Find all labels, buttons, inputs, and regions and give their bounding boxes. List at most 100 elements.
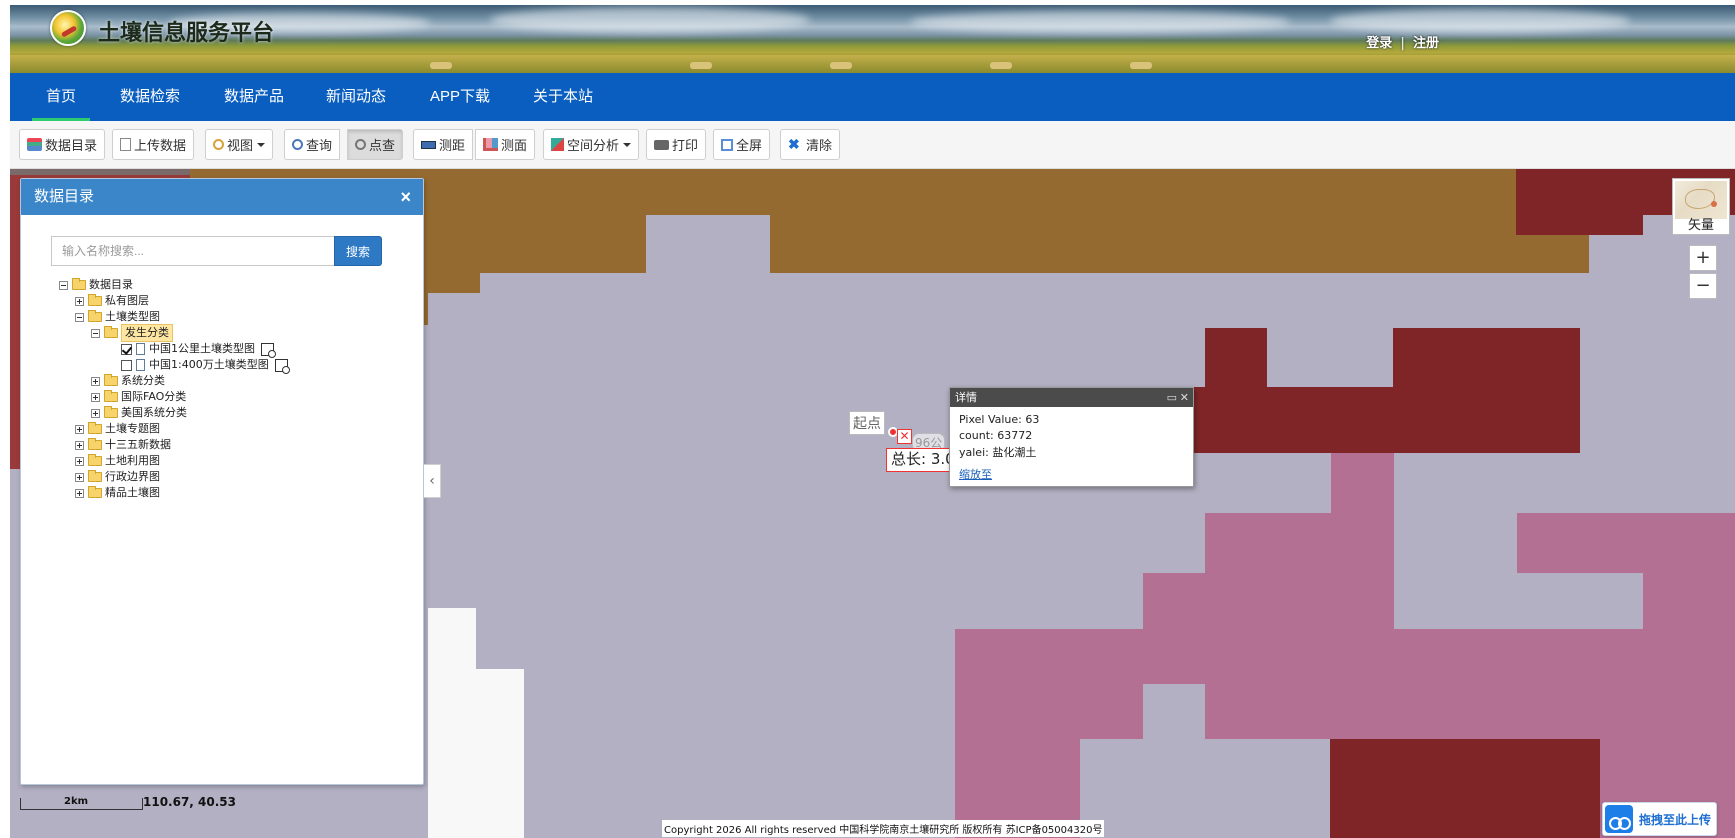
catalog-panel-header: 数据目录 ×: [21, 179, 423, 215]
site-title[interactable]: 土壤信息服务平台: [98, 15, 274, 47]
nav-home[interactable]: 首页: [31, 73, 91, 121]
document-icon: [136, 359, 145, 371]
printer-icon: [654, 139, 669, 150]
folder-icon: [88, 294, 102, 306]
catalog-search-input[interactable]: [51, 236, 334, 266]
catalog-search-button[interactable]: 搜索: [334, 236, 382, 266]
popup-zoom-link[interactable]: 缩放至: [959, 466, 992, 482]
tree-node-soil-thematic[interactable]: 土壤专题图: [75, 421, 160, 437]
clear-button[interactable]: ✖ 清除: [780, 129, 841, 160]
folder-icon: [72, 278, 86, 290]
tree-node-system-classification[interactable]: 系统分类: [91, 373, 165, 389]
chevron-down-icon: [257, 142, 266, 147]
tree-node-usda-classification[interactable]: 美国系统分类: [91, 405, 187, 421]
measure-area-label: 测面: [501, 138, 528, 153]
folder-icon: [88, 310, 102, 322]
folder-icon: [104, 390, 118, 402]
ruler-icon: [421, 140, 436, 149]
layer-info-icon[interactable]: [261, 342, 276, 358]
collapse-icon[interactable]: [75, 312, 84, 322]
expand-icon[interactable]: [75, 440, 84, 450]
layer-checkbox[interactable]: [121, 343, 132, 355]
close-icon[interactable]: ✕: [1180, 388, 1189, 407]
site-logo-icon[interactable]: [50, 10, 86, 46]
spatial-analysis-label: 空间分析: [567, 138, 620, 153]
measure-distance-button[interactable]: 测距: [413, 129, 474, 160]
upload-file-icon: [120, 138, 131, 151]
popup-pixel-value: Pixel Value: 63: [959, 413, 1040, 426]
expand-icon[interactable]: [75, 424, 84, 434]
catalog-button[interactable]: 数据目录: [19, 129, 106, 160]
fullscreen-button[interactable]: 全屏: [713, 129, 771, 160]
upload-data-label: 上传数据: [134, 138, 187, 153]
popup-yalei: yalei: 盐化潮土: [959, 446, 1037, 459]
tree-node-fao-classification[interactable]: 国际FAO分类: [91, 389, 186, 405]
area-icon: [483, 138, 498, 151]
main-nav: 首页 数据检索 数据产品 新闻动态 APP下载 关于本站: [10, 73, 1735, 121]
catalog-panel-title: 数据目录: [34, 188, 95, 205]
tree-node-china-4m[interactable]: 中国1:400万土壤类型图: [121, 357, 290, 374]
spatial-analysis-button[interactable]: 空间分析: [543, 129, 640, 160]
nav-app-download[interactable]: APP下载: [430, 73, 490, 121]
measure-area-button[interactable]: 测面: [475, 129, 536, 160]
folder-icon: [88, 470, 102, 482]
expand-icon[interactable]: [91, 376, 100, 386]
close-icon[interactable]: ×: [400, 179, 411, 215]
collapse-icon[interactable]: [59, 280, 68, 290]
measure-distance-label: 测距: [439, 138, 466, 153]
scale-label: 2km: [64, 796, 89, 807]
catalog-panel: 数据目录 × 搜索 数据目录 私有图层 土壤类型图 发生分类 中国1公里土壤类型…: [20, 178, 424, 785]
folder-icon: [88, 438, 102, 450]
collapse-icon[interactable]: [91, 328, 100, 338]
layer-info-icon[interactable]: [274, 358, 290, 374]
print-button[interactable]: 打印: [646, 129, 707, 160]
cursor-coordinates: 110.67, 40.53: [143, 795, 236, 809]
print-label: 打印: [672, 138, 699, 153]
query-icon: [292, 139, 303, 150]
basemap-switcher[interactable]: 矢量: [1672, 178, 1730, 235]
layer-checkbox[interactable]: [121, 359, 132, 371]
point-query-button[interactable]: 点查: [347, 129, 404, 160]
expand-icon[interactable]: [75, 456, 84, 466]
drag-upload-widget[interactable]: 拖拽至此上传: [1602, 802, 1717, 836]
tree-node-premium-soil[interactable]: 精品土壤图: [75, 485, 160, 501]
catalog-button-label: 数据目录: [45, 138, 98, 153]
auth-links: 登录 | 注册: [1366, 32, 1439, 51]
query-button[interactable]: 查询: [284, 129, 341, 160]
nav-news[interactable]: 新闻动态: [326, 73, 386, 121]
fullscreen-label: 全屏: [736, 138, 763, 153]
zoom-out-button[interactable]: −: [1689, 273, 1717, 299]
chevron-down-icon: [623, 142, 632, 147]
tree-node-land-use[interactable]: 土地利用图: [75, 453, 160, 469]
tree-node-soil-type[interactable]: 土壤类型图: [75, 309, 160, 325]
tree-node-135-data[interactable]: 十三五新数据: [75, 437, 171, 453]
expand-icon[interactable]: [91, 408, 100, 418]
register-link[interactable]: 注册: [1413, 32, 1439, 51]
expand-icon[interactable]: [75, 488, 84, 498]
nav-data-products[interactable]: 数据产品: [224, 73, 284, 121]
point-query-label: 点查: [369, 138, 396, 153]
panel-collapse-handle[interactable]: ‹: [424, 464, 441, 498]
delete-measure-icon[interactable]: ✕: [897, 429, 912, 444]
cloud-upload-icon: [1605, 805, 1633, 833]
tree-node-root[interactable]: 数据目录: [59, 277, 133, 293]
expand-icon[interactable]: [75, 472, 84, 482]
popup-header: 详情 ▭ ✕: [950, 388, 1193, 407]
tree-node-china-1km[interactable]: 中国1公里土壤类型图: [121, 341, 276, 358]
login-link[interactable]: 登录: [1366, 32, 1392, 51]
expand-icon[interactable]: [91, 392, 100, 402]
tree-node-private-layers[interactable]: 私有图层: [75, 293, 149, 309]
expand-icon[interactable]: [75, 296, 84, 306]
zoom-in-button[interactable]: +: [1689, 245, 1717, 271]
tree-node-genetic-classification[interactable]: 发生分类: [91, 324, 173, 342]
header-banner: 土壤信息服务平台 登录 | 注册: [10, 5, 1735, 73]
nav-data-search[interactable]: 数据检索: [120, 73, 180, 121]
upload-data-button[interactable]: 上传数据: [112, 129, 195, 160]
auth-divider: |: [1400, 36, 1405, 51]
measure-start-label: 起点: [849, 411, 885, 435]
copyright-text: Copyright 2026 All rights reserved 中国科学院…: [662, 820, 1105, 837]
maximize-icon[interactable]: ▭: [1167, 388, 1177, 407]
nav-about[interactable]: 关于本站: [533, 73, 593, 121]
view-dropdown-button[interactable]: 视图: [205, 129, 274, 160]
tree-node-admin-boundary[interactable]: 行政边界图: [75, 469, 160, 485]
